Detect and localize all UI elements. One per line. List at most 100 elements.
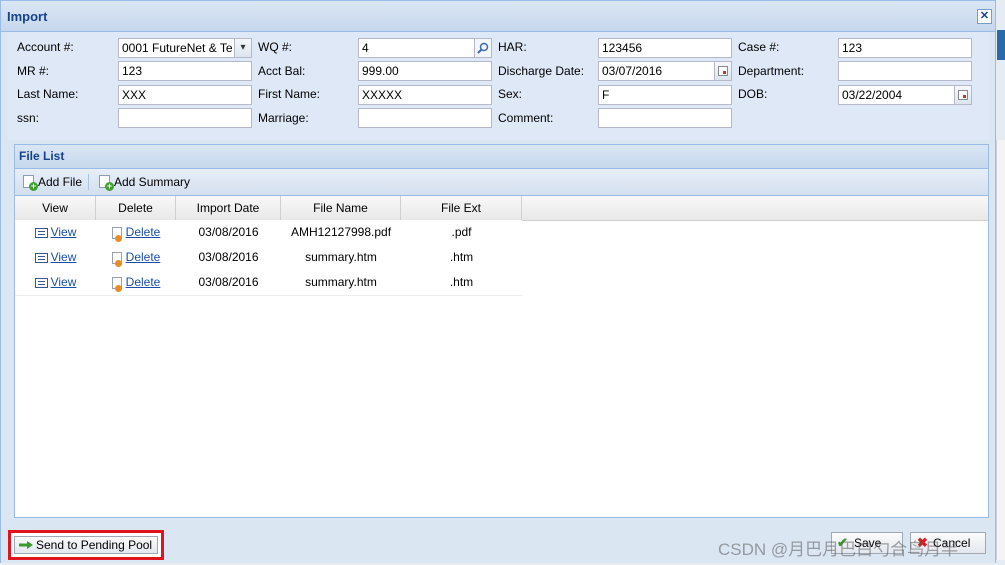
acctbal-field[interactable]: 999.00 bbox=[358, 61, 492, 81]
grid-header: View Delete Import Date File Name File E… bbox=[15, 196, 988, 221]
view-cell[interactable]: View bbox=[15, 245, 96, 270]
send-to-pending-pool-button[interactable]: Send to Pending Pool bbox=[14, 536, 158, 554]
chevron-down-icon[interactable]: ▾ bbox=[234, 39, 251, 57]
lastname-value: XXX bbox=[122, 88, 147, 102]
dialog-title: Import bbox=[7, 9, 48, 24]
add-file-button[interactable]: + Add File bbox=[20, 173, 82, 191]
wq-value: 4 bbox=[362, 41, 369, 55]
department-label: Department: bbox=[738, 64, 805, 78]
send-to-pending-pool-highlight: Send to Pending Pool bbox=[8, 530, 164, 560]
import-date-cell: 03/08/2016 bbox=[198, 250, 259, 264]
lastname-label: Last Name: bbox=[17, 87, 79, 101]
mr-value: 123 bbox=[122, 64, 143, 78]
view-link[interactable]: View bbox=[51, 225, 77, 239]
column-header-file-name[interactable]: File Name bbox=[281, 196, 401, 220]
marriage-label: Marriage: bbox=[258, 111, 309, 125]
file-name-cell: summary.htm bbox=[305, 275, 377, 289]
import-date-cell: 03/08/2016 bbox=[198, 275, 259, 289]
sex-field[interactable]: F bbox=[598, 85, 732, 105]
file-list-title: File List bbox=[19, 149, 65, 163]
sex-value: F bbox=[602, 88, 610, 102]
comment-field[interactable] bbox=[598, 108, 732, 128]
background-panel bbox=[996, 140, 1005, 560]
delete-link[interactable]: Delete bbox=[126, 250, 161, 264]
firstname-value: XXXXX bbox=[362, 88, 403, 102]
file-list-header: File List bbox=[15, 145, 988, 169]
delete-cell[interactable]: Delete bbox=[96, 270, 176, 295]
delete-icon bbox=[111, 226, 122, 242]
file-ext-cell: .htm bbox=[449, 275, 474, 289]
view-cell[interactable]: View bbox=[15, 220, 96, 245]
add-file-icon: + bbox=[23, 175, 38, 191]
calendar-icon[interactable] bbox=[714, 62, 731, 80]
arrow-right-icon bbox=[19, 541, 33, 549]
table-row[interactable]: View Delete 03/08/2016 AMH12127998.pdf .… bbox=[15, 220, 522, 246]
file-ext-cell: .pdf bbox=[451, 225, 472, 239]
ssn-label: ssn: bbox=[17, 111, 40, 125]
file-ext-cell: .htm bbox=[449, 250, 474, 264]
file-name-cell: AMH12127998.pdf bbox=[290, 225, 392, 239]
table-row[interactable]: View Delete 03/08/2016 summary.htm .htm bbox=[15, 270, 522, 296]
add-file-label: Add File bbox=[38, 175, 83, 189]
ssn-field[interactable] bbox=[118, 108, 252, 128]
har-label: HAR: bbox=[498, 40, 527, 54]
account-select[interactable]: 0001 FutureNet & Te ▾ bbox=[118, 38, 252, 58]
view-icon bbox=[34, 277, 48, 288]
sex-label: Sex: bbox=[498, 87, 523, 101]
wq-field[interactable]: 4 bbox=[358, 38, 492, 58]
case-value: 123 bbox=[842, 41, 863, 55]
department-field[interactable] bbox=[838, 61, 972, 81]
comment-label: Comment: bbox=[498, 111, 554, 125]
discharge-date-field[interactable]: 03/07/2016 bbox=[598, 61, 732, 81]
column-header-delete[interactable]: Delete bbox=[96, 196, 176, 220]
acctbal-value: 999.00 bbox=[362, 64, 399, 78]
delete-icon bbox=[111, 251, 122, 267]
send-to-pending-pool-label: Send to Pending Pool bbox=[36, 538, 153, 552]
import-dialog: Import ✕ Account #: 0001 FutureNet & Te … bbox=[0, 0, 996, 563]
account-value: 0001 FutureNet & Te bbox=[122, 41, 233, 55]
view-link[interactable]: View bbox=[51, 250, 77, 264]
dialog-title-bar[interactable]: Import ✕ bbox=[1, 1, 995, 32]
case-label: Case #: bbox=[738, 40, 780, 54]
account-label: Account #: bbox=[17, 40, 74, 54]
wq-label: WQ #: bbox=[258, 40, 293, 54]
marriage-field[interactable] bbox=[358, 108, 492, 128]
case-field[interactable]: 123 bbox=[838, 38, 972, 58]
delete-cell[interactable]: Delete bbox=[96, 245, 176, 270]
dob-label: DOB: bbox=[738, 87, 768, 101]
dob-value: 03/22/2004 bbox=[842, 88, 903, 102]
dob-field[interactable]: 03/22/2004 bbox=[838, 85, 972, 105]
patient-form: Account #: 0001 FutureNet & Te ▾ WQ #: 4… bbox=[7, 32, 989, 140]
background-strip bbox=[997, 30, 1005, 60]
discharge-label: Discharge Date: bbox=[498, 64, 585, 78]
column-header-view[interactable]: View bbox=[15, 196, 96, 220]
file-list-panel: File List + Add File + Add Summary View … bbox=[14, 144, 989, 518]
lastname-field[interactable]: XXX bbox=[118, 85, 252, 105]
search-icon[interactable] bbox=[474, 39, 491, 57]
firstname-field[interactable]: XXXXX bbox=[358, 85, 492, 105]
close-icon[interactable]: ✕ bbox=[977, 9, 992, 24]
file-list-toolbar: + Add File + Add Summary bbox=[15, 169, 988, 196]
acctbal-label: Acct Bal: bbox=[258, 64, 306, 78]
add-summary-label: Add Summary bbox=[114, 175, 191, 189]
view-link[interactable]: View bbox=[51, 275, 77, 289]
column-header-file-ext[interactable]: File Ext bbox=[401, 196, 522, 220]
delete-link[interactable]: Delete bbox=[126, 275, 161, 289]
calendar-icon[interactable] bbox=[954, 86, 971, 104]
add-summary-button[interactable]: + Add Summary bbox=[96, 173, 190, 191]
har-field[interactable]: 123456 bbox=[598, 38, 732, 58]
add-summary-icon: + bbox=[99, 175, 114, 191]
import-date-cell: 03/08/2016 bbox=[198, 225, 259, 239]
toolbar-separator bbox=[88, 174, 89, 190]
mr-field[interactable]: 123 bbox=[118, 61, 252, 81]
mr-label: MR #: bbox=[17, 64, 50, 78]
view-cell[interactable]: View bbox=[15, 270, 96, 295]
table-row[interactable]: View Delete 03/08/2016 summary.htm .htm bbox=[15, 245, 522, 271]
delete-cell[interactable]: Delete bbox=[96, 220, 176, 245]
column-header-import-date[interactable]: Import Date bbox=[176, 196, 281, 220]
view-icon bbox=[34, 252, 48, 263]
delete-link[interactable]: Delete bbox=[126, 225, 161, 239]
view-icon bbox=[34, 227, 48, 238]
har-value: 123456 bbox=[602, 41, 643, 55]
discharge-value: 03/07/2016 bbox=[602, 64, 663, 78]
